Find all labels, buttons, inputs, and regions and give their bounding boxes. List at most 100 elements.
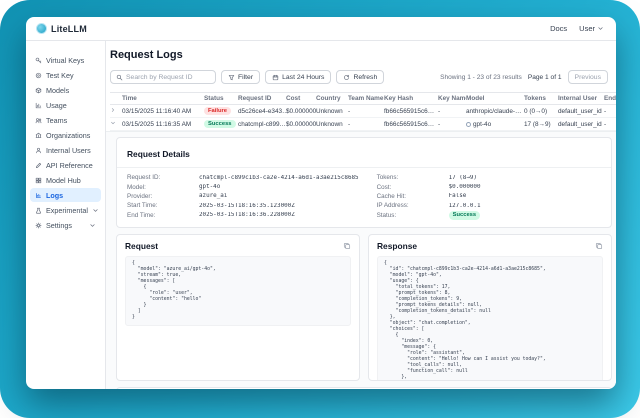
cell-cost: $0.000000 <box>286 108 316 115</box>
detail-field: Status:Success <box>377 211 601 220</box>
sidebar-item-api-reference[interactable]: API Reference <box>30 158 101 172</box>
cell-model: gpt-4o <box>466 121 524 128</box>
sidebar-item-experimental[interactable]: Experimental <box>30 203 101 217</box>
filter-funnel-icon <box>228 74 235 81</box>
cell-cost: $0.000000 <box>286 121 316 128</box>
status-badge: Success <box>449 211 481 220</box>
cell-request-id: d5c26ce4-e343… <box>238 108 286 115</box>
sidebar-item-organizations[interactable]: Organizations <box>30 128 101 142</box>
sidebar-item-logs[interactable]: Logs <box>30 188 101 202</box>
detail-field: Model:gpt-4o <box>127 182 359 191</box>
results-count: Showing 1 - 23 of 23 results <box>440 74 522 81</box>
detail-label: Cache Hit: <box>377 193 449 200</box>
search-box[interactable] <box>110 70 216 84</box>
cell-internal-user: default_user_id <box>558 108 604 115</box>
detail-value: azure_ai <box>199 193 227 199</box>
detail-value: 2025-03-15T18:16:36.228000Z <box>199 212 295 218</box>
expand-row-button[interactable] <box>110 107 122 115</box>
api-reference-icon <box>35 162 42 169</box>
detail-field: IP Address:127.0.0.1 <box>377 201 601 210</box>
model-provider-icon <box>466 122 471 127</box>
detail-field: Tokens:17 (8→9) <box>377 173 601 182</box>
cell-country: Unknown <box>316 108 348 115</box>
cell-time: 03/15/2025 11:16:40 AM <box>122 108 204 115</box>
response-card-header: Response <box>377 241 603 251</box>
internal-users-icon <box>35 147 42 154</box>
cell-request-id: chatcmpl-c899… <box>238 121 286 128</box>
docs-link[interactable]: Docs <box>550 24 567 33</box>
col-header-status: Status <box>204 95 238 102</box>
logs-icon <box>35 192 42 199</box>
previous-page-button[interactable]: Previous <box>568 70 608 84</box>
filter-button[interactable]: Filter <box>221 70 260 84</box>
chevron-down-icon <box>92 207 99 214</box>
sidebar-item-usage[interactable]: Usage <box>30 98 101 112</box>
model-hub-icon <box>35 177 42 184</box>
body-row: Virtual Keys Test Key Models Usage Teams… <box>26 41 616 389</box>
search-icon <box>116 74 123 81</box>
cell-key-hash: fb66c565915c6… <box>384 121 438 128</box>
cell-team-name: - <box>348 108 384 115</box>
col-header-request-id: Request ID <box>238 95 286 102</box>
sidebar-item-virtual-keys[interactable]: Virtual Keys <box>30 53 101 67</box>
cell-end-user: - <box>604 108 616 115</box>
litellm-logo: LiteLLM <box>36 23 87 34</box>
cell-tokens: 0 (0→0) <box>524 108 558 115</box>
sidebar-item-teams[interactable]: Teams <box>30 113 101 127</box>
col-header-team-name: Team Name <box>348 95 384 102</box>
sidebar-item-model-hub[interactable]: Model Hub <box>30 173 101 187</box>
cell-key-name: - <box>438 121 466 128</box>
cell-status: Failure <box>204 107 238 116</box>
detail-label: Status: <box>377 212 449 219</box>
detail-field: Start Time:2025-03-15T18:16:35.123000Z <box>127 201 359 210</box>
cell-country: Unknown <box>316 121 348 128</box>
table-row[interactable]: 03/15/2025 11:16:40 AM Failure d5c26ce4-… <box>110 105 616 118</box>
expanded-row-details: Request Details Request ID:chatcmpl-c899… <box>106 131 616 389</box>
cell-tokens: 17 (8→9) <box>524 121 558 128</box>
sidebar-item-label: Teams <box>46 116 67 125</box>
sidebar-item-label: Experimental <box>46 206 88 215</box>
search-input[interactable] <box>126 74 210 81</box>
refresh-icon <box>343 74 350 81</box>
col-header-time: Time <box>122 95 204 102</box>
request-details-card: Request Details Request ID:chatcmpl-c899… <box>116 137 612 228</box>
detail-label: IP Address: <box>377 202 449 209</box>
key-icon <box>35 57 42 64</box>
col-header-key-hash: Key Hash <box>384 95 438 102</box>
sidebar-item-label: API Reference <box>46 161 93 170</box>
metadata-card: Metadata <box>116 387 612 389</box>
sidebar-item-label: Internal Users <box>46 146 91 155</box>
chevron-down-icon <box>110 120 116 126</box>
request-details-grid: Request ID:chatcmpl-c899c1b3-ca2e-4214-a… <box>117 168 611 227</box>
user-menu[interactable]: User <box>579 24 604 33</box>
models-icon <box>35 87 42 94</box>
copy-icon[interactable] <box>595 242 603 250</box>
status-badge: Success <box>204 120 236 129</box>
sidebar-item-models[interactable]: Models <box>30 83 101 97</box>
experimental-flask-icon <box>35 207 42 214</box>
detail-value: chatcmpl-c899c1b3-ca2e-4214-a6d1-a3ae215… <box>199 175 359 181</box>
request-card: Request { "model": "azure_ai/gpt-4o", "s… <box>116 234 360 381</box>
detail-value: 17 (8→9) <box>449 175 477 181</box>
litellm-logo-text: LiteLLM <box>51 24 87 34</box>
collapse-row-button[interactable] <box>110 120 122 128</box>
response-card: Response { "id": "chatcmpl-c899c1b3-ca2e… <box>368 234 612 381</box>
topbar-right: Docs User <box>550 24 604 33</box>
col-header-model: Model <box>466 95 524 102</box>
sidebar-item-settings[interactable]: Settings <box>30 218 101 232</box>
table-header-row: Time Status Request ID Cost Country Team… <box>110 92 616 105</box>
detail-label: End Time: <box>127 212 199 219</box>
copy-icon[interactable] <box>343 242 351 250</box>
sidebar-item-internal-users[interactable]: Internal Users <box>30 143 101 157</box>
litellm-window: LiteLLM Docs User Virtual Keys Test Key … <box>26 17 616 389</box>
details-left-column: Request ID:chatcmpl-c899c1b3-ca2e-4214-a… <box>127 173 359 220</box>
page-title: Request Logs <box>110 49 616 61</box>
user-menu-label: User <box>579 24 595 33</box>
sidebar-item-label: Test Key <box>46 71 74 80</box>
sidebar-item-test-key[interactable]: Test Key <box>30 68 101 82</box>
refresh-button[interactable]: Refresh <box>336 70 384 84</box>
time-range-button[interactable]: Last 24 Hours <box>265 70 331 84</box>
col-header-end-user: End User <box>604 95 616 102</box>
settings-gear-icon <box>35 222 42 229</box>
table-row-expanded[interactable]: 03/15/2025 11:16:35 AM Success chatcmpl-… <box>110 118 616 131</box>
